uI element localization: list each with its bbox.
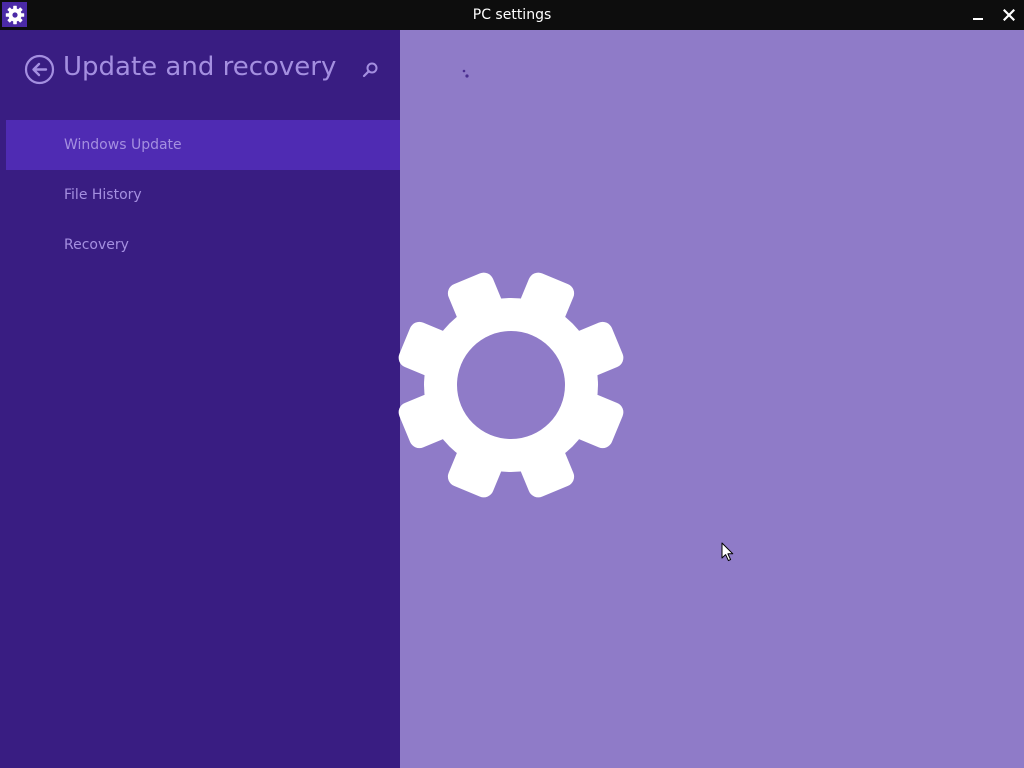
nav-item-label: File History: [64, 187, 142, 203]
minimize-icon: [973, 18, 983, 20]
nav-item-label: Recovery: [64, 237, 129, 253]
back-arrow-icon: [24, 54, 55, 85]
pc-settings-window: PC settings Update and recovery Windows …: [0, 0, 1024, 768]
search-icon: [362, 62, 378, 78]
mouse-cursor-icon: [721, 542, 734, 562]
close-icon: [1003, 9, 1015, 21]
splash-gear-icon: [398, 272, 624, 498]
nav-list: Windows Update File History Recovery: [6, 120, 400, 270]
title-bar: PC settings: [0, 0, 1024, 30]
nav-item-file-history[interactable]: File History: [6, 170, 400, 220]
minimize-button[interactable]: [963, 0, 993, 30]
window-title: PC settings: [472, 7, 552, 23]
close-button[interactable]: [994, 0, 1024, 30]
loading-dots-icon: [462, 69, 469, 78]
nav-item-recovery[interactable]: Recovery: [6, 220, 400, 270]
nav-item-windows-update[interactable]: Windows Update: [6, 120, 400, 170]
content-pane: [398, 30, 1024, 768]
back-button[interactable]: [24, 54, 55, 85]
search-button[interactable]: [361, 61, 379, 79]
nav-item-label: Windows Update: [64, 137, 182, 153]
page-title: Update and recovery: [63, 52, 337, 82]
sidebar: Update and recovery Windows Update File …: [0, 30, 400, 768]
